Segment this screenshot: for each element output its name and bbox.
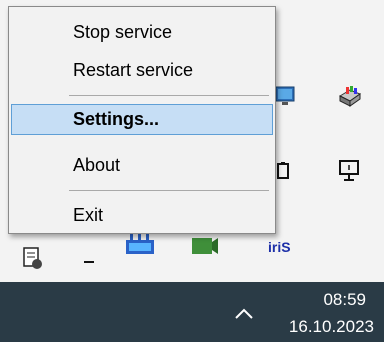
tray-app-icon[interactable] bbox=[190, 234, 218, 260]
battery-icon[interactable] bbox=[276, 158, 304, 184]
menu-separator bbox=[69, 95, 269, 96]
display-icon[interactable] bbox=[276, 84, 304, 110]
brand-icon[interactable]: iriS bbox=[268, 234, 296, 260]
menu-item-stop-service[interactable]: Stop service bbox=[11, 17, 273, 48]
svg-text:iriS: iriS bbox=[268, 239, 291, 255]
clock-date[interactable]: 16.10.2023 bbox=[289, 317, 374, 337]
menu-item-exit[interactable]: Exit bbox=[11, 200, 273, 231]
menu-separator bbox=[69, 190, 269, 191]
menu-item-restart-service[interactable]: Restart service bbox=[11, 55, 273, 86]
clock-time[interactable]: 08:59 bbox=[323, 290, 366, 310]
network-card-icon[interactable] bbox=[126, 234, 154, 260]
chevron-up-icon[interactable] bbox=[232, 304, 256, 324]
minus-icon[interactable] bbox=[80, 250, 108, 276]
monitor-icon[interactable] bbox=[338, 158, 366, 184]
taskbar: 08:59 16.10.2023 bbox=[0, 282, 384, 342]
printer-icon[interactable] bbox=[336, 84, 364, 110]
context-menu: Stop service Restart service Settings...… bbox=[8, 6, 276, 234]
window-icon[interactable] bbox=[22, 246, 50, 272]
menu-item-settings[interactable]: Settings... bbox=[11, 104, 273, 135]
menu-item-about[interactable]: About bbox=[11, 150, 273, 181]
